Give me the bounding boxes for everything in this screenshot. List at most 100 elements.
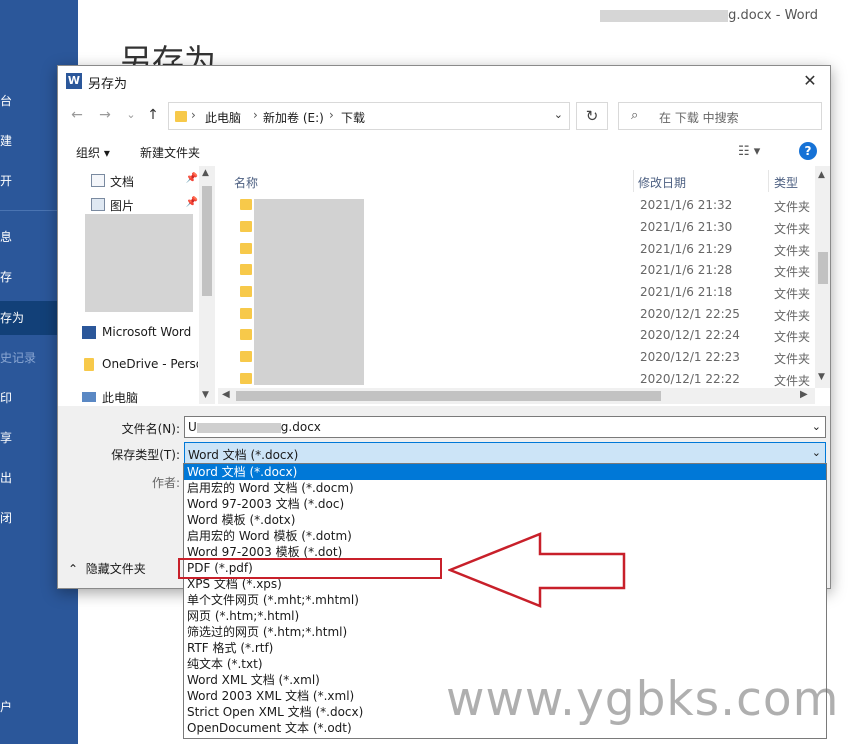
row-type: 文件夹 xyxy=(774,287,811,301)
scroll-up-icon[interactable]: ▲ xyxy=(818,170,825,180)
word-icon: W xyxy=(66,73,82,89)
dropdown-option[interactable]: Word 模板 (*.dotx) xyxy=(184,512,826,528)
row-date: 2020/12/1 22:25 xyxy=(640,307,740,321)
tree-item-label: OneDrive - Perso xyxy=(102,357,198,371)
view-options-icon[interactable]: ☷ ▾ xyxy=(738,144,760,159)
up-button[interactable]: ↑ xyxy=(144,106,162,124)
navigation-scrollbar[interactable]: ▲ ▼ xyxy=(199,166,215,404)
search-box[interactable]: ⌕ 在 下载 中搜索 xyxy=(618,102,822,130)
breadcrumb-drive-e[interactable]: 新加卷 (E:) xyxy=(263,109,324,126)
scroll-down-icon[interactable]: ▼ xyxy=(202,390,209,400)
tree-item-onedrive[interactable]: OneDrive - Perso xyxy=(82,354,198,376)
author-label: 作者: xyxy=(151,476,180,490)
scrollbar-thumb[interactable] xyxy=(236,391,661,401)
dropdown-option[interactable]: 启用宏的 Word 文档 (*.docm) xyxy=(184,480,826,496)
chevron-down-icon[interactable]: ⌄ xyxy=(554,108,563,121)
row-date: 2021/1/6 21:28 xyxy=(640,263,733,277)
chevron-down-icon[interactable]: ⌄ xyxy=(812,446,821,459)
tree-item-this-pc[interactable]: 此电脑 xyxy=(82,386,198,404)
navigation-bar: ← → ⌄ ↑ › 此电脑 › 新加卷 (E:) › 下载 ⌄ ↻ ⌕ 在 下载… xyxy=(58,98,830,132)
column-header-name[interactable]: 名称 xyxy=(234,174,258,191)
scrollbar-thumb[interactable] xyxy=(818,252,828,284)
picture-icon xyxy=(91,198,105,211)
document-title: g.docx - Word xyxy=(600,8,818,23)
row-date: 2021/1/6 21:18 xyxy=(640,285,733,299)
back-button[interactable]: ← xyxy=(68,106,86,124)
file-list-horizontal-scrollbar[interactable]: ◀ ▶ xyxy=(218,388,815,404)
breadcrumb-separator: › xyxy=(329,108,334,122)
folder-icon xyxy=(240,286,252,297)
save-type-label: 保存类型(T): xyxy=(111,448,180,462)
row-date: 2021/1/6 21:29 xyxy=(640,242,733,256)
row-date: 2021/1/6 21:30 xyxy=(640,220,733,234)
save-type-select[interactable]: Word 文档 (*.docx) ⌄ xyxy=(184,442,826,464)
hide-folders-button[interactable]: ⌃ 隐藏文件夹 xyxy=(68,560,146,577)
word-icon xyxy=(82,326,96,339)
breadcrumb-separator: › xyxy=(191,108,196,122)
folder-icon xyxy=(240,329,252,340)
row-date: 2020/12/1 22:22 xyxy=(640,372,740,386)
watermark: www.ygbks.com xyxy=(446,672,840,727)
dropdown-option[interactable]: 纯文本 (*.txt) xyxy=(184,656,826,672)
breadcrumb-downloads[interactable]: 下载 xyxy=(341,109,365,126)
row-type: 文件夹 xyxy=(774,265,811,279)
chevron-down-icon[interactable]: ⌄ xyxy=(812,420,821,433)
tree-item-label: 文档 xyxy=(110,175,135,189)
dropdown-option[interactable]: RTF 格式 (*.rtf) xyxy=(184,640,826,656)
navigation-pane: 文档 📌 图片 📌 Microsoft Word OneDrive - Pers… xyxy=(58,166,215,404)
breadcrumb-this-pc[interactable]: 此电脑 xyxy=(205,109,241,126)
folder-icon xyxy=(240,351,252,362)
dropdown-option[interactable]: 筛选过的网页 (*.htm;*.html) xyxy=(184,624,826,640)
search-icon: ⌕ xyxy=(631,108,639,123)
column-header-date[interactable]: 修改日期 xyxy=(638,174,686,191)
address-bar[interactable]: › 此电脑 › 新加卷 (E:) › 下载 ⌄ xyxy=(168,102,570,130)
forward-button[interactable]: → xyxy=(96,106,114,124)
refresh-button[interactable]: ↻ xyxy=(576,102,608,130)
close-button[interactable]: ✕ xyxy=(798,69,822,93)
dropdown-option[interactable]: Word 文档 (*.docx) xyxy=(184,464,826,480)
scroll-right-icon[interactable]: ▶ xyxy=(800,389,808,400)
row-date: 2020/12/1 22:24 xyxy=(640,328,740,342)
folder-icon xyxy=(240,199,252,210)
scroll-left-icon[interactable]: ◀ xyxy=(222,389,230,400)
column-divider xyxy=(633,170,634,192)
computer-icon xyxy=(82,392,96,402)
scrollbar-thumb[interactable] xyxy=(202,186,212,296)
search-input[interactable]: 在 下载 中搜索 xyxy=(659,109,739,126)
tree-item-microsoft-word[interactable]: Microsoft Word xyxy=(82,322,198,344)
file-list: 名称 修改日期 类型 2021/1/6 21:32 文件夹 2021/1/6 21… xyxy=(218,166,830,406)
filename-field[interactable]: Ug.docx ⌄ xyxy=(184,416,826,438)
tree-item-label: 此电脑 xyxy=(102,391,139,404)
dropdown-option[interactable]: 网页 (*.htm;*.html) xyxy=(184,608,826,624)
dialog-title: 另存为 xyxy=(88,77,128,92)
tree-item-pictures[interactable]: 图片 📌 xyxy=(88,194,198,216)
folder-icon xyxy=(240,264,252,275)
folder-icon xyxy=(240,308,252,319)
organize-button[interactable]: 组织 ▾ xyxy=(76,144,110,161)
help-icon[interactable]: ? xyxy=(799,142,817,160)
filename-label: 文件名(N): xyxy=(121,422,180,436)
document-suffix: g.docx xyxy=(728,8,772,23)
chevron-up-icon: ⌃ xyxy=(68,562,79,576)
row-type: 文件夹 xyxy=(774,244,811,258)
row-type: 文件夹 xyxy=(774,309,811,323)
file-list-vertical-scrollbar[interactable]: ▲ ▼ xyxy=(815,166,830,388)
row-type: 文件夹 xyxy=(774,222,811,236)
filename-prefix: U xyxy=(188,420,197,434)
dropdown-option[interactable]: Word 97-2003 文档 (*.doc) xyxy=(184,496,826,512)
redacted-filename xyxy=(600,9,729,22)
column-header-type[interactable]: 类型 xyxy=(774,174,798,191)
scroll-up-icon[interactable]: ▲ xyxy=(202,168,209,178)
filename-suffix: g.docx xyxy=(280,420,321,434)
tree-item-label: 图片 xyxy=(110,199,135,213)
nav-item-account[interactable]: 户 xyxy=(0,690,78,724)
folder-icon xyxy=(240,221,252,232)
scroll-down-icon[interactable]: ▼ xyxy=(818,372,825,382)
row-type: 文件夹 xyxy=(774,200,811,214)
save-type-value: Word 文档 (*.docx) xyxy=(188,448,299,462)
hide-folders-label: 隐藏文件夹 xyxy=(85,562,146,576)
recent-locations-button[interactable]: ⌄ xyxy=(122,106,140,124)
row-type: 文件夹 xyxy=(774,374,811,388)
tree-item-documents[interactable]: 文档 📌 xyxy=(88,170,198,192)
new-folder-button[interactable]: 新建文件夹 xyxy=(140,144,200,161)
